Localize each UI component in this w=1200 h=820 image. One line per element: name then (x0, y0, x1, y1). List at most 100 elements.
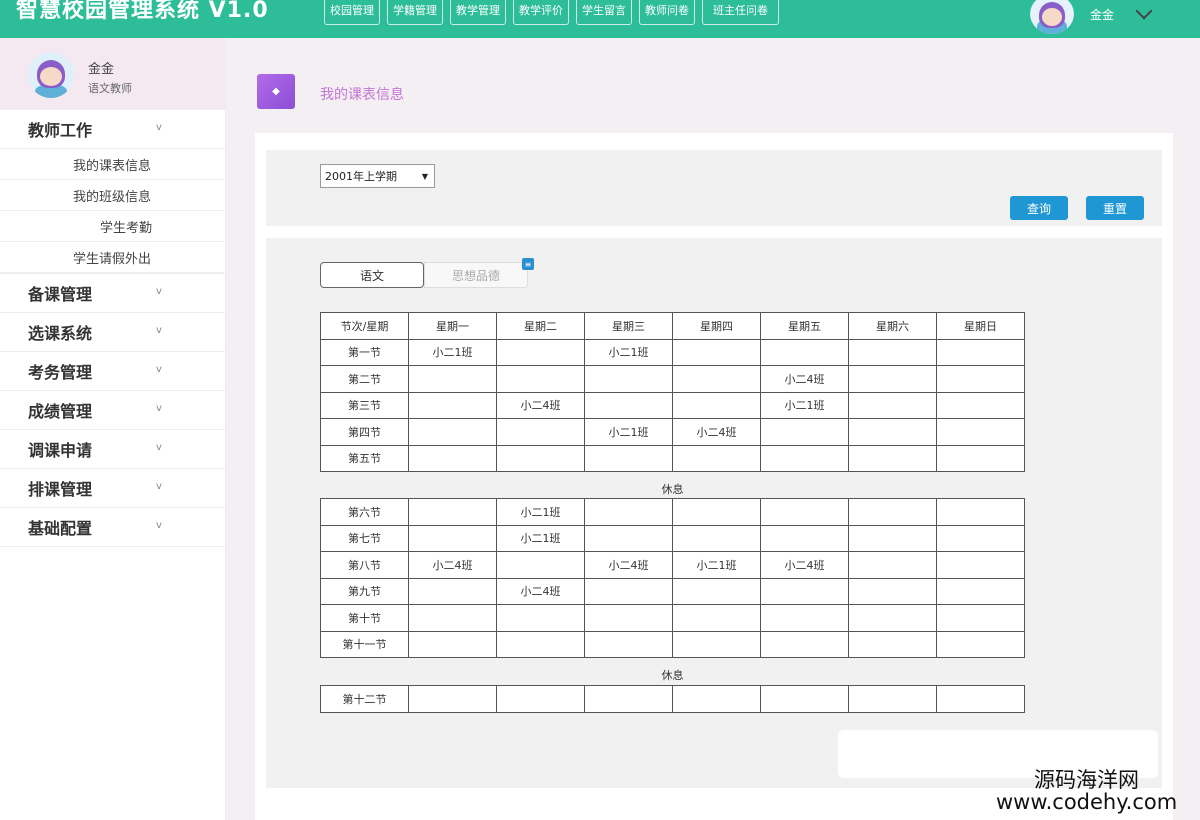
tab-morality[interactable]: 思想品德 (424, 262, 528, 288)
period-label: 第五节 (320, 444, 409, 472)
schedule-cell (936, 630, 1025, 658)
column-header: 星期二 (496, 312, 585, 340)
schedule-cell (672, 391, 761, 419)
schedule-cell (496, 365, 585, 393)
topnav-headteacher-survey[interactable]: 班主任问卷 (702, 0, 779, 25)
reset-button[interactable]: 重置 (1086, 196, 1144, 220)
schedule-cell (936, 498, 1025, 526)
menu-label: 备课管理 (28, 285, 93, 304)
avatar (28, 52, 74, 98)
schedule-cell (496, 418, 585, 446)
schedule-cell: 小二4班 (496, 577, 585, 605)
top-nav: 校园管理 学籍管理 教学管理 教学评价 学生留言 教师问卷 班主任问卷 (324, 0, 786, 25)
chevron-down-icon: v (156, 403, 162, 414)
menu-label: 选课系统 (28, 324, 93, 343)
period-label: 第七节 (320, 524, 409, 552)
schedule-cell (496, 444, 585, 472)
schedule-cell (408, 498, 497, 526)
schedule-cell (760, 418, 849, 446)
schedule-cell (848, 418, 937, 446)
menu-label: 教师工作 (28, 121, 93, 140)
schedule-cell (584, 444, 673, 472)
column-header: 星期一 (408, 312, 497, 340)
table-row: 第二节 小二4班 (320, 365, 1025, 393)
topnav-teacher-survey[interactable]: 教师问卷 (639, 0, 695, 25)
profile-role: 语文教师 (88, 82, 132, 95)
table-row: 第一节 小二1班 小二1班 (320, 338, 1025, 366)
period-label: 第十一节 (320, 630, 409, 658)
topnav-campus[interactable]: 校园管理 (324, 0, 380, 25)
user-menu[interactable]: 金金 (1029, 0, 1153, 34)
column-header: 星期六 (848, 312, 937, 340)
schedule-cell (408, 391, 497, 419)
chevron-down-icon: v (156, 286, 162, 297)
schedule-cell (672, 685, 761, 713)
schedule-cell (672, 444, 761, 472)
period-label: 第三节 (320, 391, 409, 419)
tab-chinese[interactable]: 语文 (320, 262, 424, 288)
user-profile: 金金 语文教师 (0, 38, 225, 110)
chevron-down-icon: v (156, 520, 162, 531)
schedule-cell (848, 685, 937, 713)
query-button[interactable]: 查询 (1010, 196, 1068, 220)
period-label: 第十二节 (320, 685, 409, 713)
break-label: 休息 (661, 483, 684, 496)
schedule-cell (936, 577, 1025, 605)
menu-label: 排课管理 (28, 480, 93, 499)
period-label: 第六节 (320, 498, 409, 526)
subject-tabs: 语文 思想品德 (320, 262, 528, 288)
schedule-cell (848, 338, 937, 366)
schedule-cell (408, 444, 497, 472)
period-label: 第九节 (320, 577, 409, 605)
menu-head-class-swap[interactable]: 调课申请 v (0, 430, 225, 469)
schedule-cell (584, 577, 673, 605)
menu-head-lesson-prep[interactable]: 备课管理 v (0, 274, 225, 313)
schedule-cell (496, 630, 585, 658)
schedule-cell (760, 604, 849, 632)
schedule-header-row: 节次/星期 星期一 星期二 星期三 星期四 星期五 星期六 星期日 (320, 312, 1025, 340)
menu-head-teacher-work[interactable]: 教师工作 v (0, 110, 225, 149)
sidebar-item-my-class[interactable]: 我的班级信息 (0, 180, 224, 211)
table-row: 第六节 小二1班 (320, 498, 1025, 526)
topnav-messages[interactable]: 学生留言 (576, 0, 632, 25)
sidebar-item-leave[interactable]: 学生请假外出 (0, 242, 224, 273)
chevron-down-icon: v (156, 481, 162, 492)
schedule-cell (848, 365, 937, 393)
topnav-evaluation[interactable]: 教学评价 (513, 0, 569, 25)
schedule-cell (672, 630, 761, 658)
schedule-cell (584, 685, 673, 713)
schedule-cell (760, 630, 849, 658)
schedule-cell: 小二4班 (760, 551, 849, 579)
topnav-student-records[interactable]: 学籍管理 (387, 0, 443, 25)
schedule-cell (936, 444, 1025, 472)
schedule-table-morning: 节次/星期 星期一 星期二 星期三 星期四 星期五 星期六 星期日 第一节 小二1班 小二1班 第二节… (320, 312, 1025, 472)
schedule-cell (584, 630, 673, 658)
menu-head-scheduling[interactable]: 排课管理 v (0, 469, 225, 508)
schedule-cell: 小二4班 (584, 551, 673, 579)
column-header: 星期日 (936, 312, 1025, 340)
schedule-cell: 小二4班 (408, 551, 497, 579)
schedule-cell (936, 551, 1025, 579)
schedule-cell (760, 577, 849, 605)
schedule-cell (760, 444, 849, 472)
schedule-cell: 小二1班 (496, 498, 585, 526)
menu-head-course-selection[interactable]: 选课系统 v (0, 313, 225, 352)
sidebar-item-my-schedule[interactable]: 我的课表信息 (0, 149, 224, 180)
avatar[interactable] (1029, 0, 1074, 34)
chevron-down-icon[interactable] (1135, 2, 1153, 20)
schedule-cell: 小二1班 (760, 391, 849, 419)
schedule-cell (848, 551, 937, 579)
schedule-cell: 小二1班 (672, 551, 761, 579)
chevron-down-icon: v (156, 325, 162, 336)
watermark-url: www.codehy.com (996, 790, 1178, 814)
schedule-cell (848, 630, 937, 658)
topnav-teaching[interactable]: 教学管理 (450, 0, 506, 25)
menu-head-exam-affairs[interactable]: 考务管理 v (0, 352, 225, 391)
semester-select[interactable]: 2001年上学期 ▼ (320, 164, 435, 188)
list-icon[interactable]: ≡ (522, 258, 534, 270)
menu-head-base-config[interactable]: 基础配置 v (0, 508, 225, 547)
menu-head-grades[interactable]: 成绩管理 v (0, 391, 225, 430)
sidebar-item-attendance[interactable]: 学生考勤 (0, 211, 224, 242)
schedule-cell (936, 524, 1025, 552)
schedule-cell (936, 604, 1025, 632)
